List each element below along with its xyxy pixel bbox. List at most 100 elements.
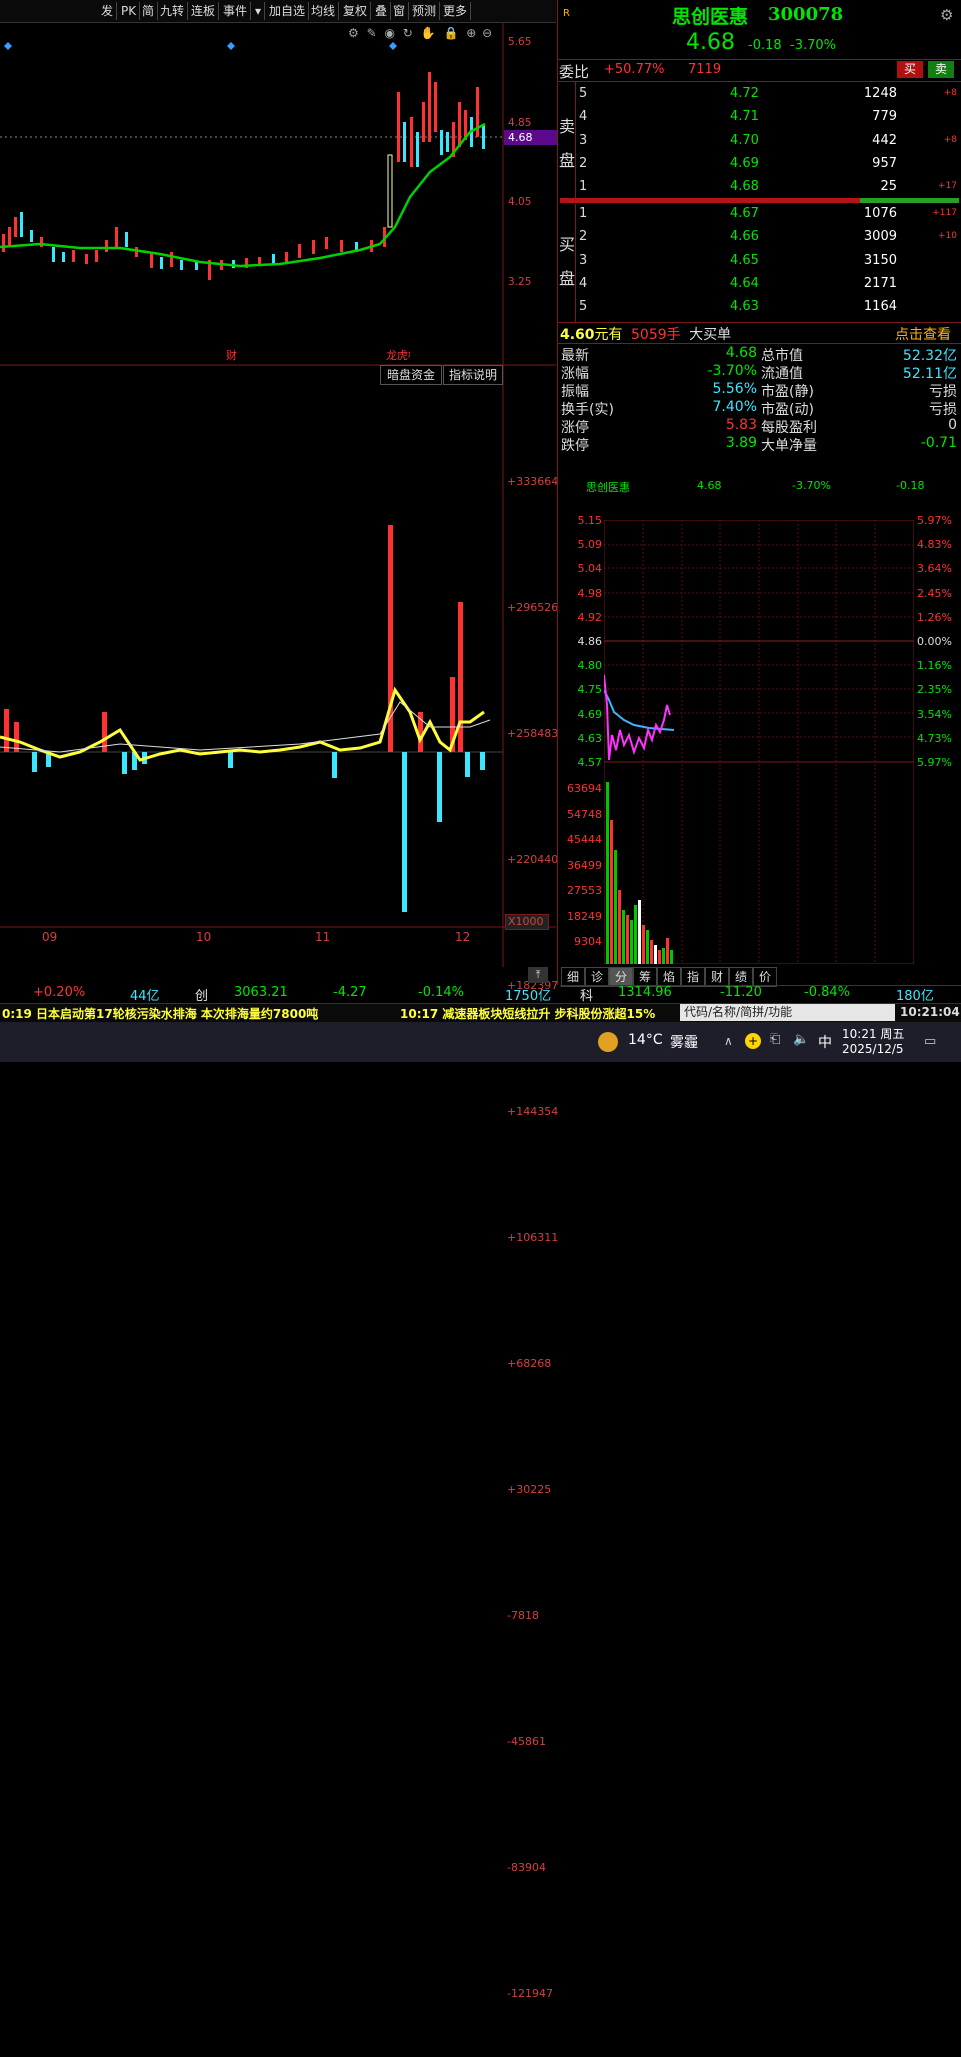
toolbar-more[interactable]: 更多 xyxy=(440,2,472,20)
stat-label: 市盈(静) xyxy=(761,384,814,400)
gear-icon[interactable]: ⚙ xyxy=(940,6,953,24)
stat-value: 亏损 xyxy=(929,384,957,400)
toolbar-ma[interactable]: 均线 xyxy=(308,2,340,20)
volume: 1248 xyxy=(863,86,897,101)
mini-tab[interactable]: 诊 xyxy=(585,967,609,987)
dark-pool-button[interactable]: 暗盘资金 xyxy=(380,365,442,385)
mini-tab[interactable]: 焰 xyxy=(657,967,681,987)
stat-value: 亏损 xyxy=(929,402,957,418)
price: 4.66 xyxy=(730,229,759,245)
mini-name: 思创医惠 xyxy=(586,481,630,494)
price: 4.70 xyxy=(730,132,759,148)
indicator-line xyxy=(0,686,485,762)
stat-label: 每股盈利 xyxy=(761,420,817,436)
expand-icon[interactable]: ⤒ xyxy=(528,967,548,983)
weather-icon[interactable] xyxy=(598,1032,618,1052)
bid-row[interactable]: 1 4.67 1076 +117 xyxy=(575,206,961,228)
toolbar-window[interactable]: 窗 xyxy=(390,2,410,20)
mini-tab[interactable]: 财 xyxy=(705,967,729,987)
kline-chart[interactable] xyxy=(0,22,556,967)
dragon-tiger-marker[interactable]: 龙虎榜 xyxy=(386,347,410,363)
chart-toolbar: 发 PK 简 九转 连板 事件 ▾ 加自选 均线 复权 叠 窗 预测 更多 xyxy=(0,0,556,23)
idx2-name[interactable]: 创 xyxy=(195,985,208,1004)
sell-button[interactable]: 卖 xyxy=(928,61,954,78)
mini-tab[interactable]: 指 xyxy=(681,967,705,987)
ind-tick: +30225 xyxy=(507,1483,552,1496)
chevron-up-icon[interactable]: ∧ xyxy=(724,1034,733,1048)
level: 1 xyxy=(579,179,588,195)
level: 1 xyxy=(579,206,588,221)
toolbar-pk[interactable]: PK xyxy=(118,2,141,20)
toolbar-lianban[interactable]: 连板 xyxy=(188,2,220,20)
toolbar-adjust[interactable]: 复权 xyxy=(340,2,372,20)
bid-row[interactable]: 4 4.64 2171 xyxy=(575,276,961,298)
indicator-axis: +333664 +296526 +258483 +220440 +182397 … xyxy=(507,377,558,2057)
mini-tab[interactable]: 绩 xyxy=(729,967,753,987)
ind-tick: -7818 xyxy=(507,1609,539,1622)
mini-price-tick: 5.04 xyxy=(577,562,603,576)
news-right[interactable]: 10:17 减速器板块短线拉升 步科股份涨超15% xyxy=(400,1005,655,1022)
mini-tab[interactable]: 细 xyxy=(561,967,585,987)
view-details-link[interactable]: 点击查看 xyxy=(895,324,951,344)
price-tick: 3.25 xyxy=(508,276,532,288)
mini-vol-tick: 9304 xyxy=(574,935,602,948)
delta: +10 xyxy=(938,231,957,242)
sell-pressure-bar xyxy=(560,198,860,203)
idx2-chg: -4.27 xyxy=(333,985,367,1000)
idx3-name[interactable]: 科 xyxy=(580,985,593,1004)
stat-label: 最新 xyxy=(561,348,589,364)
plus-icon[interactable]: + xyxy=(745,1033,761,1049)
ask-row[interactable]: 3 4.70 442 +8 xyxy=(575,133,961,155)
toolbar-dropdown[interactable]: ▾ xyxy=(252,2,266,20)
toolbar-add-watchlist[interactable]: 加自选 xyxy=(266,2,310,20)
ask-row[interactable]: 4 4.71 779 xyxy=(575,109,961,131)
event-marker-icon[interactable] xyxy=(389,42,397,50)
stock-change-pct: -3.70% xyxy=(790,38,836,53)
delta: +8 xyxy=(943,88,957,98)
mini-tab[interactable]: 分 xyxy=(609,967,633,987)
mini-tab[interactable]: 筹 xyxy=(633,967,657,987)
volume-icon[interactable]: 🔈 xyxy=(793,1032,809,1047)
taskbar-date[interactable]: 2025/12/5 xyxy=(842,1042,904,1056)
month-tick: 12 xyxy=(455,930,471,944)
idx1-amt: 44亿 xyxy=(130,989,160,1004)
ind-tick: +296526 xyxy=(507,601,559,614)
event-marker-icon[interactable] xyxy=(227,42,235,50)
ask-row[interactable]: 2 4.69 957 xyxy=(575,156,961,178)
toolbar-jian[interactable]: 简 xyxy=(139,2,159,20)
idx2-val: 3063.21 xyxy=(234,985,288,1000)
mini-pct-tick: 1.16% xyxy=(917,659,952,673)
news-left[interactable]: 0:19 日本启动第17轮核污染水排海 本次排海量约7800吨 xyxy=(2,1005,318,1022)
network-icon[interactable]: ⎗ xyxy=(770,1032,780,1047)
mini-tab[interactable]: 价 xyxy=(753,967,777,987)
mini-vol-tick: 27553 xyxy=(567,884,602,897)
toolbar-jiuzhuan[interactable]: 九转 xyxy=(157,2,189,20)
level: 3 xyxy=(579,132,588,148)
taskbar-time[interactable]: 10:21 周五 xyxy=(842,1025,904,1042)
ask-row[interactable]: 5 4.72 1248 +8 xyxy=(575,86,961,108)
notification-icon[interactable]: ▭ xyxy=(924,1034,936,1049)
idx1-pct: +0.20% xyxy=(33,985,86,1000)
mini-pct: -3.70% xyxy=(792,479,831,492)
toolbar-fa[interactable]: 发 xyxy=(98,2,118,20)
toolbar-event[interactable]: 事件 xyxy=(220,2,252,20)
finance-marker[interactable]: 财 xyxy=(226,347,237,363)
toolbar-forecast[interactable]: 预测 xyxy=(409,2,441,20)
mini-pct-tick: 2.35% xyxy=(917,683,952,697)
indicator-help-button[interactable]: 指标说明 xyxy=(443,365,503,385)
buy-button[interactable]: 买 xyxy=(897,61,923,78)
stock-name: 思创医惠 xyxy=(672,6,749,28)
mini-price-tick: 4.98 xyxy=(577,586,603,600)
ind-tick: -83904 xyxy=(507,1861,546,1874)
bid-row[interactable]: 2 4.66 3009 +10 xyxy=(575,229,961,251)
bid-row[interactable]: 3 4.65 3150 xyxy=(575,253,961,275)
intraday-chart[interactable] xyxy=(604,520,914,964)
event-marker-icon[interactable] xyxy=(4,42,12,50)
bid-row[interactable]: 5 4.63 1164 xyxy=(575,299,961,321)
volume: 3009 xyxy=(863,229,897,245)
search-input[interactable]: 代码/名称/简拼/功能 xyxy=(680,1004,895,1021)
ime-lang[interactable]: 中 xyxy=(818,1032,832,1052)
weather: 雾霾 xyxy=(670,1035,698,1051)
mini-pct-tick: 3.54% xyxy=(917,707,952,721)
toolbar-overlay[interactable]: 叠 xyxy=(372,2,392,20)
